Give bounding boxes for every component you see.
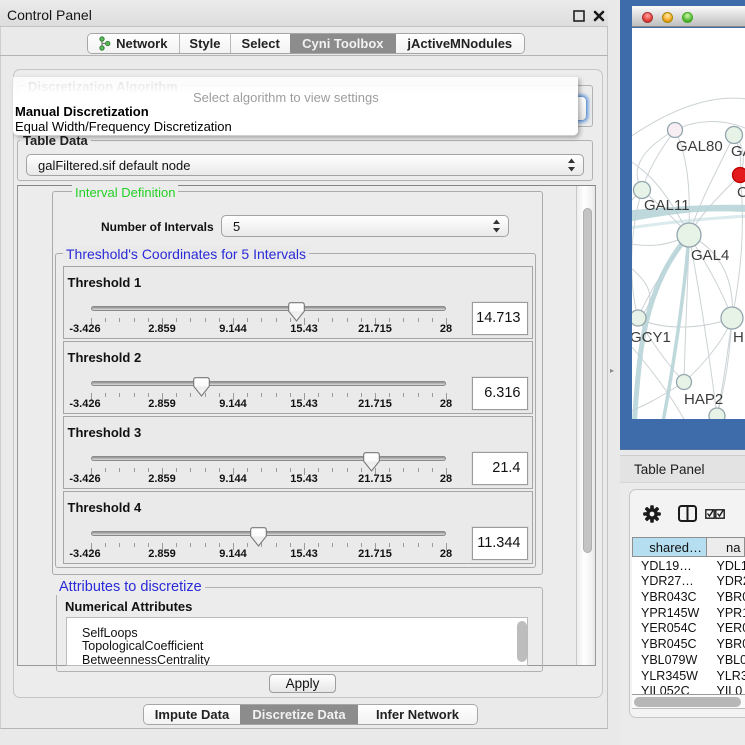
svg-text:C: C <box>737 184 745 201</box>
svg-text:HAP2: HAP2 <box>684 391 723 408</box>
svg-text:H: H <box>733 329 744 346</box>
svg-text:GA: GA <box>731 143 745 160</box>
svg-text:GCY1: GCY1 <box>632 329 671 346</box>
svg-text:GAL11: GAL11 <box>644 197 690 214</box>
svg-text:GAL4: GAL4 <box>691 247 729 264</box>
svg-text:GAL80: GAL80 <box>676 138 723 155</box>
